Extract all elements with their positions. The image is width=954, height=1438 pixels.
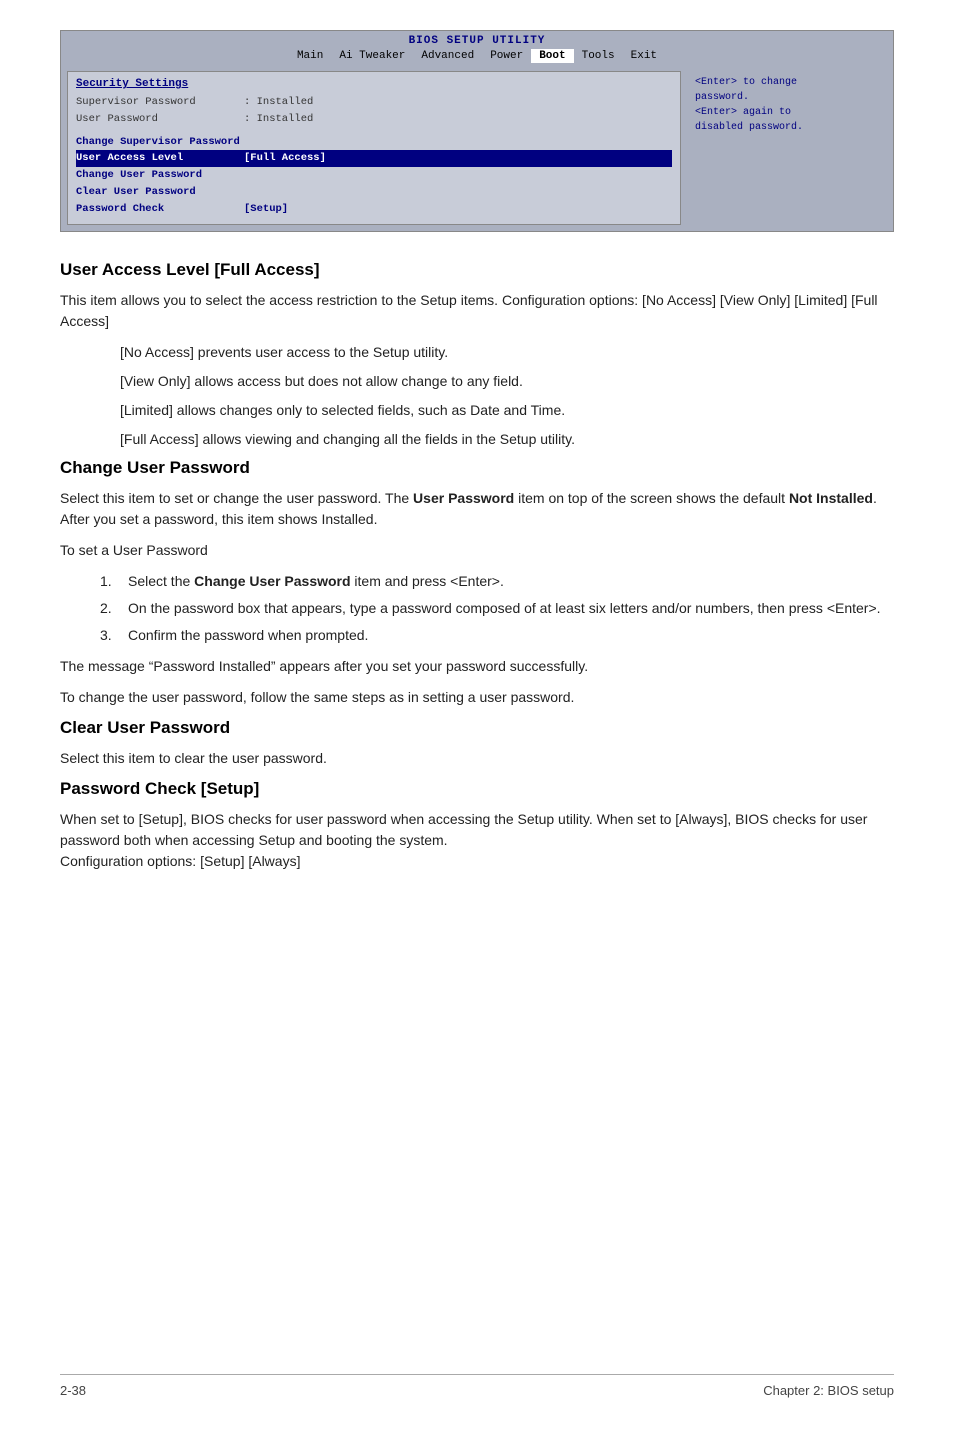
page-number: 2-38 — [60, 1383, 86, 1398]
heading-password-check: Password Check [Setup] — [60, 779, 894, 799]
step-3: 3. Confirm the password when prompted. — [100, 625, 894, 646]
heading-user-access-level: User Access Level [Full Access] — [60, 260, 894, 280]
user-access-desc: This item allows you to select the acces… — [60, 290, 894, 332]
change-password-desc1: Select this item to set or change the us… — [60, 488, 894, 530]
password-installed-msg: The message “Password Installed” appears… — [60, 656, 894, 677]
tab-ai-tweaker[interactable]: Ai Tweaker — [331, 49, 413, 63]
bios-title-text: BIOS SETUP UTILITY — [409, 35, 546, 47]
bios-clear-user-password[interactable]: Clear User Password — [76, 184, 672, 201]
heading-change-user-password: Change User Password — [60, 458, 894, 478]
section-clear-user-password: Clear User Password Select this item to … — [60, 718, 894, 769]
bios-tab-bar: Main Ai Tweaker Advanced Power Boot Tool… — [61, 47, 893, 65]
bios-section-title: Security Settings — [76, 78, 672, 90]
full-access-desc: [Full Access] allows viewing and changin… — [120, 429, 894, 450]
bios-change-user-password[interactable]: Change User Password — [76, 167, 672, 184]
footer: 2-38 Chapter 2: BIOS setup — [60, 1374, 894, 1398]
tab-power[interactable]: Power — [482, 49, 531, 63]
step-2: 2. On the password box that appears, typ… — [100, 598, 894, 619]
step-1: 1. Select the Change User Password item … — [100, 571, 894, 592]
bios-left-panel: Security Settings Supervisor Password : … — [67, 71, 681, 225]
heading-clear-user-password: Clear User Password — [60, 718, 894, 738]
bios-change-supervisor[interactable]: Change Supervisor Password — [76, 134, 672, 151]
main-content: User Access Level [Full Access] This ite… — [60, 260, 894, 1374]
tab-advanced[interactable]: Advanced — [413, 49, 482, 63]
password-check-desc: When set to [Setup], BIOS checks for use… — [60, 809, 894, 872]
clear-password-desc: Select this item to clear the user passw… — [60, 748, 894, 769]
section-password-check: Password Check [Setup] When set to [Setu… — [60, 779, 894, 872]
bios-screenshot: BIOS SETUP UTILITY Main Ai Tweaker Advan… — [60, 30, 894, 232]
tab-exit[interactable]: Exit — [623, 49, 665, 63]
change-password-note: To change the user password, follow the … — [60, 687, 894, 708]
section-user-access-level: User Access Level [Full Access] This ite… — [60, 260, 894, 450]
bios-body: Security Settings Supervisor Password : … — [61, 65, 893, 231]
section-change-user-password: Change User Password Select this item to… — [60, 458, 894, 708]
bios-password-check[interactable]: Password Check [Setup] — [76, 201, 672, 218]
tab-boot[interactable]: Boot — [531, 49, 573, 63]
bios-right-panel: <Enter> to changepassword.<Enter> again … — [687, 71, 887, 225]
numbered-steps: 1. Select the Change User Password item … — [100, 571, 894, 646]
bios-title: BIOS SETUP UTILITY — [61, 31, 893, 47]
tab-tools[interactable]: Tools — [574, 49, 623, 63]
bios-user-password: User Password : Installed — [76, 111, 672, 128]
bios-supervisor-password: Supervisor Password : Installed — [76, 94, 672, 111]
chapter-label: Chapter 2: BIOS setup — [763, 1383, 894, 1398]
bios-help-text: <Enter> to changepassword.<Enter> again … — [695, 77, 803, 133]
set-password-intro: To set a User Password — [60, 540, 894, 561]
bios-user-access-level[interactable]: User Access Level [Full Access] — [76, 150, 672, 167]
tab-main[interactable]: Main — [289, 49, 331, 63]
limited-desc: [Limited] allows changes only to selecte… — [120, 400, 894, 421]
page: BIOS SETUP UTILITY Main Ai Tweaker Advan… — [0, 0, 954, 1438]
no-access-desc: [No Access] prevents user access to the … — [120, 342, 894, 363]
view-only-desc: [View Only] allows access but does not a… — [120, 371, 894, 392]
